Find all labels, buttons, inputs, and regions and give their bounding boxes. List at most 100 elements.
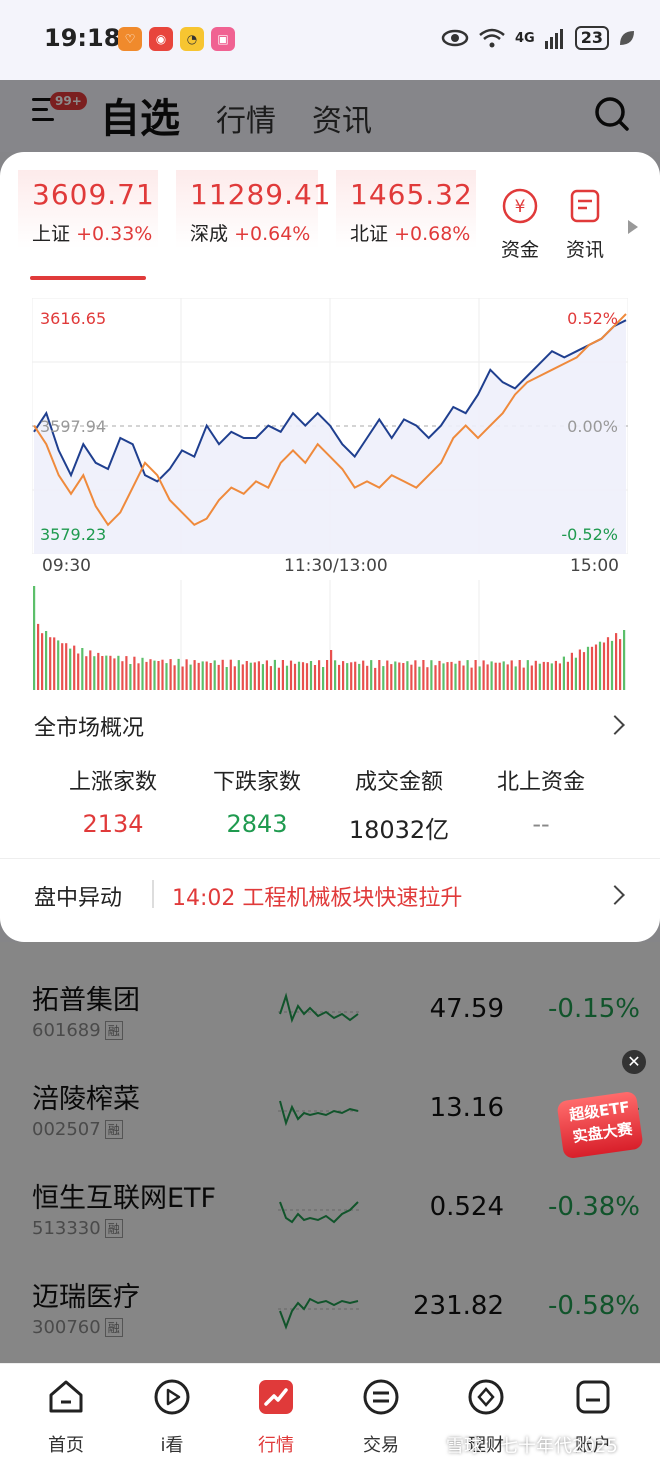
volume-bar xyxy=(145,661,148,690)
svg-text:¥: ¥ xyxy=(515,197,526,217)
index-shenzhen[interactable]: 11289.41 深成 +0.64% xyxy=(176,170,331,282)
volume-bar xyxy=(582,652,586,690)
volume-bar xyxy=(446,662,449,690)
volume-bar xyxy=(334,660,337,690)
volume-bar xyxy=(277,667,280,690)
volume-bar xyxy=(546,662,549,690)
volume-bar xyxy=(161,659,164,690)
volume-bar xyxy=(53,637,56,690)
volume-bar xyxy=(229,659,232,690)
tab-market-quotes[interactable]: 行情 xyxy=(236,1378,316,1457)
volume-bar xyxy=(69,648,72,690)
volume-bar xyxy=(542,661,545,690)
volume-bar xyxy=(233,666,236,690)
volume-bar xyxy=(602,642,606,690)
volume-bar xyxy=(514,666,517,690)
etf-contest-promo[interactable]: 超级ETF 实盘大赛 xyxy=(556,1090,644,1160)
x-tick-midday: 11:30/13:00 xyxy=(284,556,388,576)
volume-bar xyxy=(462,665,465,690)
volume-bar xyxy=(33,586,36,690)
divider xyxy=(0,858,660,859)
volume-bar xyxy=(105,655,108,690)
index-name: 北证 xyxy=(350,223,389,245)
capital-flow-button[interactable]: ¥ 资金 xyxy=(493,188,547,262)
volume-bar xyxy=(281,660,284,690)
stat-decliners: 下跌家数 2843 xyxy=(192,764,322,838)
volume-bar xyxy=(181,666,184,690)
volume-bar xyxy=(322,667,325,690)
volume-bar xyxy=(362,660,365,690)
volume-bar xyxy=(394,661,397,690)
volume-bar xyxy=(454,663,457,690)
volume-bar xyxy=(326,660,329,690)
volume-bar xyxy=(205,661,208,690)
volume-bar xyxy=(241,664,244,690)
volume-bar xyxy=(97,652,100,690)
volume-bar xyxy=(386,660,389,690)
watermark: 雪球：七十年代2025 xyxy=(446,1436,618,1457)
tab-home[interactable]: 首页 xyxy=(26,1378,106,1457)
chevron-right-icon[interactable] xyxy=(605,885,625,905)
volume-bar xyxy=(153,660,156,690)
volume-bar xyxy=(558,663,561,690)
volume-bar xyxy=(65,643,68,690)
intraday-alert-text[interactable]: 14:02 工程机械板块快速拉升 xyxy=(172,880,462,912)
bilibili-icon: ▣ xyxy=(211,27,235,51)
volume-bar xyxy=(61,643,64,690)
volume-bar xyxy=(257,661,260,690)
volume-bar xyxy=(217,664,220,690)
volume-bar xyxy=(615,633,618,690)
volume-bar xyxy=(402,663,405,690)
volume-bar xyxy=(293,663,297,690)
news-button[interactable]: 资讯 xyxy=(558,188,612,262)
market-overview-title[interactable]: 全市场概况 xyxy=(34,710,144,742)
volume-bar xyxy=(85,656,88,690)
volume-bar xyxy=(566,661,569,690)
volume-bar xyxy=(265,660,268,690)
volume-bar xyxy=(149,659,152,690)
volume-bar xyxy=(378,660,381,690)
index-change: +0.68% xyxy=(394,223,471,245)
weibo-icon: ◉ xyxy=(149,27,173,51)
volume-bar xyxy=(406,661,409,690)
volume-bar xyxy=(193,660,196,690)
x-tick-close: 15:00 xyxy=(570,556,619,576)
volume-bar xyxy=(458,660,461,690)
index-beijing[interactable]: 1465.32 北证 +0.68% xyxy=(336,170,476,282)
volume-bar xyxy=(418,666,421,690)
volume-bar xyxy=(209,663,212,690)
volume-bar xyxy=(101,656,104,690)
intraday-alert-title[interactable]: 盘中异动 xyxy=(34,880,122,912)
diamond-icon xyxy=(468,1379,504,1415)
volume-chart xyxy=(33,580,626,690)
volume-bar xyxy=(502,661,505,690)
volume-bar xyxy=(370,660,373,690)
scroll-right-arrow-icon[interactable] xyxy=(628,220,638,234)
tab-label: 交易 xyxy=(363,1435,399,1456)
volume-bar xyxy=(213,660,216,690)
chevron-right-icon[interactable] xyxy=(605,715,625,735)
market-summary-card: 3609.71 上证 +0.33% 11289.41 深成 +0.64% 146… xyxy=(0,152,660,942)
tab-i-watch[interactable]: i看 xyxy=(132,1378,212,1457)
leaf-icon xyxy=(620,31,634,45)
volume-bar xyxy=(610,640,614,690)
volume-bar xyxy=(538,663,541,690)
volume-bar xyxy=(346,663,349,690)
volume-bar xyxy=(390,664,393,690)
volume-bar xyxy=(57,640,60,690)
index-shanghai[interactable]: 3609.71 上证 +0.33% xyxy=(18,170,158,282)
close-icon[interactable]: ✕ xyxy=(622,1050,646,1074)
volume-bar xyxy=(125,656,128,690)
volume-bar xyxy=(81,648,84,690)
news-label: 资讯 xyxy=(565,239,604,261)
volume-bar xyxy=(338,664,341,690)
volume-bar xyxy=(249,662,252,690)
volume-bar xyxy=(269,666,272,690)
volume-bar xyxy=(177,658,180,690)
volume-bar xyxy=(498,662,501,690)
x-tick-open: 09:30 xyxy=(42,556,91,576)
intraday-chart[interactable]: 3616.65 3597.94 3579.23 0.52% 0.00% -0.5… xyxy=(32,298,628,554)
tab-trade[interactable]: 交易 xyxy=(341,1378,421,1457)
volume-bar xyxy=(253,662,256,690)
volume-bar xyxy=(466,660,469,690)
